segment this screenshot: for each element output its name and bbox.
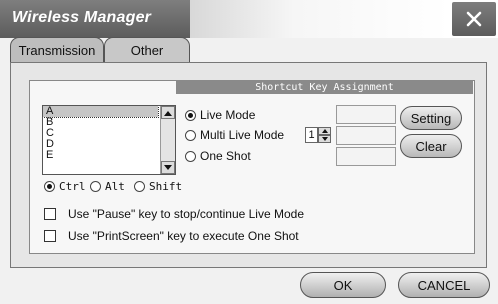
window-title: Wireless Manager — [12, 9, 152, 26]
radio-unselected-icon — [185, 129, 196, 141]
pause-key-checkbox[interactable] — [44, 208, 56, 220]
radio-selected-icon — [44, 181, 55, 192]
modifier-radio-alt[interactable]: Alt — [90, 180, 125, 193]
scroll-up-button[interactable] — [161, 106, 175, 119]
modifier-label-alt: Alt — [105, 180, 125, 193]
list-item[interactable]: E — [43, 150, 158, 161]
tab-transmission[interactable]: Transmission — [10, 37, 104, 62]
modifier-radio-shift[interactable]: Shift — [134, 180, 182, 193]
chevron-down-icon — [164, 164, 172, 170]
list-item[interactable]: A — [43, 106, 159, 118]
mode-label-multi-live: Multi Live Mode — [200, 128, 285, 142]
radio-selected-icon — [185, 109, 196, 121]
cancel-button[interactable]: CANCEL — [398, 272, 490, 298]
ok-button[interactable]: OK — [300, 272, 386, 298]
title-bar: Wireless Manager — [0, 0, 498, 38]
mode-radio-multi-live[interactable]: Multi Live Mode — [185, 128, 284, 142]
chevron-down-icon — [321, 137, 328, 141]
one-shot-key-field[interactable] — [336, 147, 396, 166]
multi-live-key-field[interactable] — [336, 126, 396, 145]
close-button[interactable] — [452, 2, 496, 36]
printscreen-key-option[interactable]: Use "PrintScreen" key to execute One Sho… — [44, 229, 299, 243]
mode-radio-live[interactable]: Live Mode — [185, 108, 255, 122]
radio-unselected-icon — [185, 150, 196, 162]
list-item[interactable]: B — [43, 117, 158, 128]
radio-unselected-icon — [134, 181, 145, 192]
tab-other[interactable]: Other — [104, 37, 190, 62]
mode-radio-one-shot[interactable]: One Shot — [185, 149, 251, 163]
modifier-label-shift: Shift — [149, 180, 183, 193]
close-icon — [466, 11, 482, 27]
scroll-down-button[interactable] — [161, 161, 175, 174]
multi-live-stepper[interactable]: 1 — [305, 127, 331, 143]
modifier-radio-ctrl[interactable]: Ctrl — [44, 180, 86, 193]
pause-key-option[interactable]: Use "Pause" key to stop/continue Live Mo… — [44, 207, 304, 221]
multi-live-value[interactable]: 1 — [305, 127, 318, 143]
listbox-scrollbar[interactable] — [160, 106, 175, 174]
printscreen-key-checkbox[interactable] — [44, 230, 56, 242]
setting-button[interactable]: Setting — [400, 106, 462, 130]
stepper-up-button[interactable] — [318, 127, 331, 135]
radio-unselected-icon — [90, 181, 101, 192]
key-listbox[interactable]: A B C D E — [42, 105, 176, 175]
mode-label-one-shot: One Shot — [200, 149, 251, 163]
modifier-label-ctrl: Ctrl — [59, 180, 86, 193]
chevron-up-icon — [321, 129, 328, 133]
live-mode-key-field[interactable] — [336, 105, 396, 124]
shortcut-panel-header: Shortcut Key Assignment — [176, 80, 473, 94]
chevron-up-icon — [164, 110, 172, 116]
clear-button[interactable]: Clear — [400, 134, 462, 158]
title-bar-fade — [190, 0, 450, 38]
stepper-arrows — [318, 127, 331, 143]
stepper-down-button[interactable] — [318, 135, 331, 143]
list-item[interactable]: D — [43, 139, 158, 150]
pause-key-label: Use "Pause" key to stop/continue Live Mo… — [68, 207, 304, 221]
printscreen-key-label: Use "PrintScreen" key to execute One Sho… — [68, 229, 299, 243]
mode-label-live: Live Mode — [200, 108, 256, 122]
list-item[interactable]: C — [43, 128, 158, 139]
